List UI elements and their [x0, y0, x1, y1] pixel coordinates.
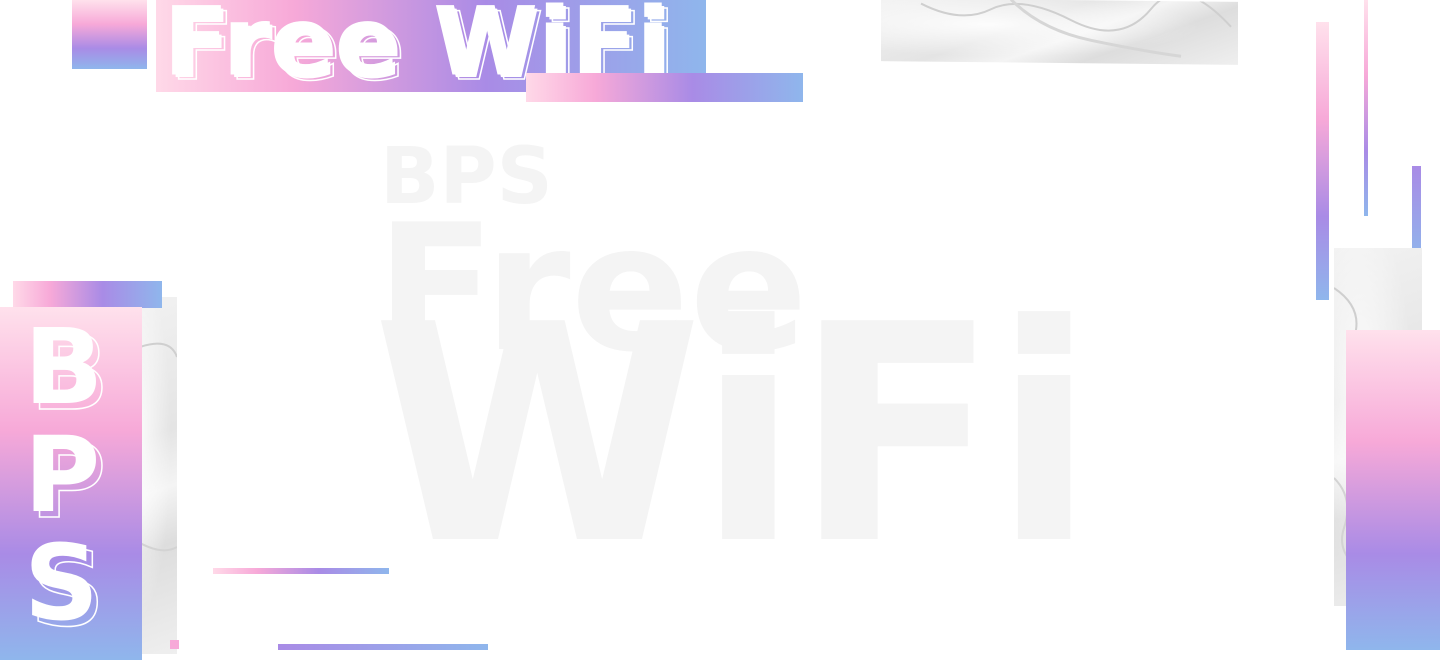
- paper-strip-top: [881, 0, 1238, 65]
- bps-letter-s: S: [24, 522, 99, 644]
- decor-panel-right: [1346, 330, 1440, 650]
- bps-panel-top-bar: [13, 281, 162, 308]
- decor-line-bottom-1: [213, 568, 389, 574]
- bps-letter-b: B: [24, 307, 104, 428]
- decor-line-bottom-2: [278, 644, 488, 650]
- bps-letter-p: P: [24, 414, 101, 536]
- decor-line-right-1: [1316, 22, 1329, 300]
- decor-line-right-2: [1364, 0, 1368, 216]
- watermark-wifi: WiFi: [372, 261, 1096, 610]
- title-underline-bar: [526, 73, 803, 102]
- bps-panel: B B P P S S: [0, 307, 142, 660]
- decor-square-top-left: [72, 0, 147, 69]
- decor-dot-bottom: [170, 640, 179, 649]
